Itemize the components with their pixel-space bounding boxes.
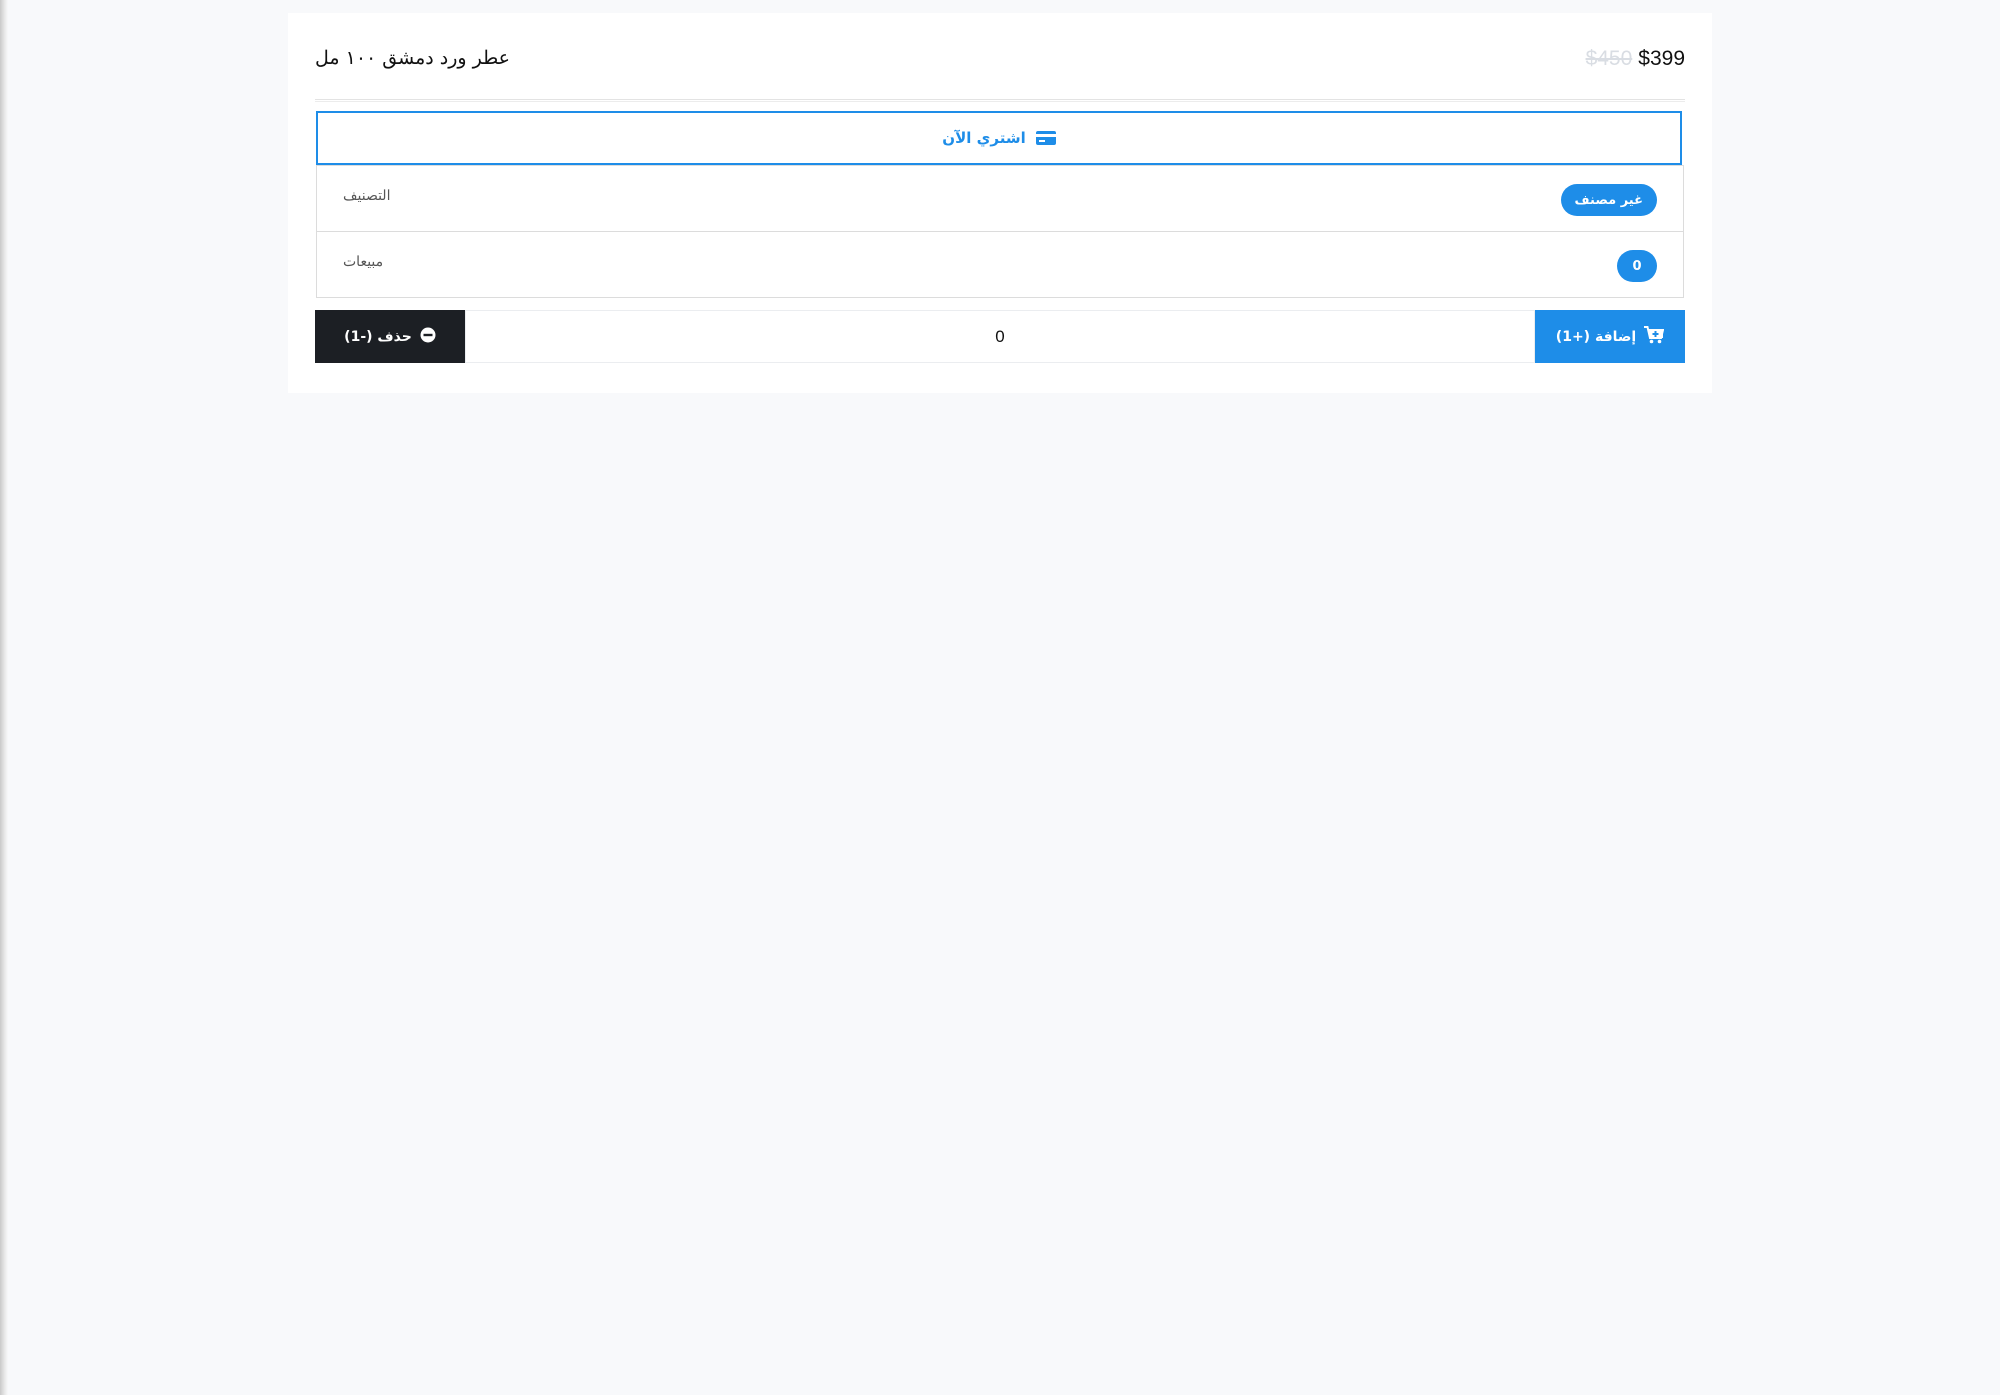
remove-label: حذف (-1) — [344, 328, 412, 345]
quantity-input[interactable] — [465, 310, 1535, 363]
category-row: التصنيف غير مصنف — [316, 165, 1684, 232]
header-divider — [315, 99, 1685, 101]
cart-plus-icon — [1644, 325, 1665, 348]
current-price: $399 — [1638, 47, 1685, 70]
sales-label: مبيعات — [343, 254, 384, 270]
product-header: $450 $399 عطر ورد دمشق ١٠٠ مل — [315, 13, 1685, 102]
add-button[interactable]: إضافة (+1) — [1535, 310, 1685, 363]
buy-now-label: اشتري الآن — [942, 129, 1026, 147]
quantity-controls: حذف (-1) إضافة (+1) — [315, 310, 1685, 363]
add-label: إضافة (+1) — [1555, 328, 1637, 345]
minus-circle-icon — [420, 327, 436, 347]
category-label: التصنيف — [343, 188, 391, 204]
product-title: عطر ورد دمشق ١٠٠ مل — [315, 47, 511, 69]
sales-row: مبيعات 0 — [316, 231, 1684, 298]
remove-button[interactable]: حذف (-1) — [315, 310, 465, 363]
buy-now-button[interactable]: اشتري الآن — [316, 111, 1682, 165]
product-card: $450 $399 عطر ورد دمشق ١٠٠ مل اشتري الآن … — [288, 13, 1712, 393]
sales-count-badge: 0 — [1617, 250, 1657, 282]
price-block: $450 $399 — [1586, 47, 1685, 71]
category-badge: غير مصنف — [1560, 184, 1657, 216]
window-edge-shadow — [0, 0, 8, 1395]
credit-card-icon — [1035, 131, 1056, 145]
old-price: $450 — [1585, 47, 1633, 70]
